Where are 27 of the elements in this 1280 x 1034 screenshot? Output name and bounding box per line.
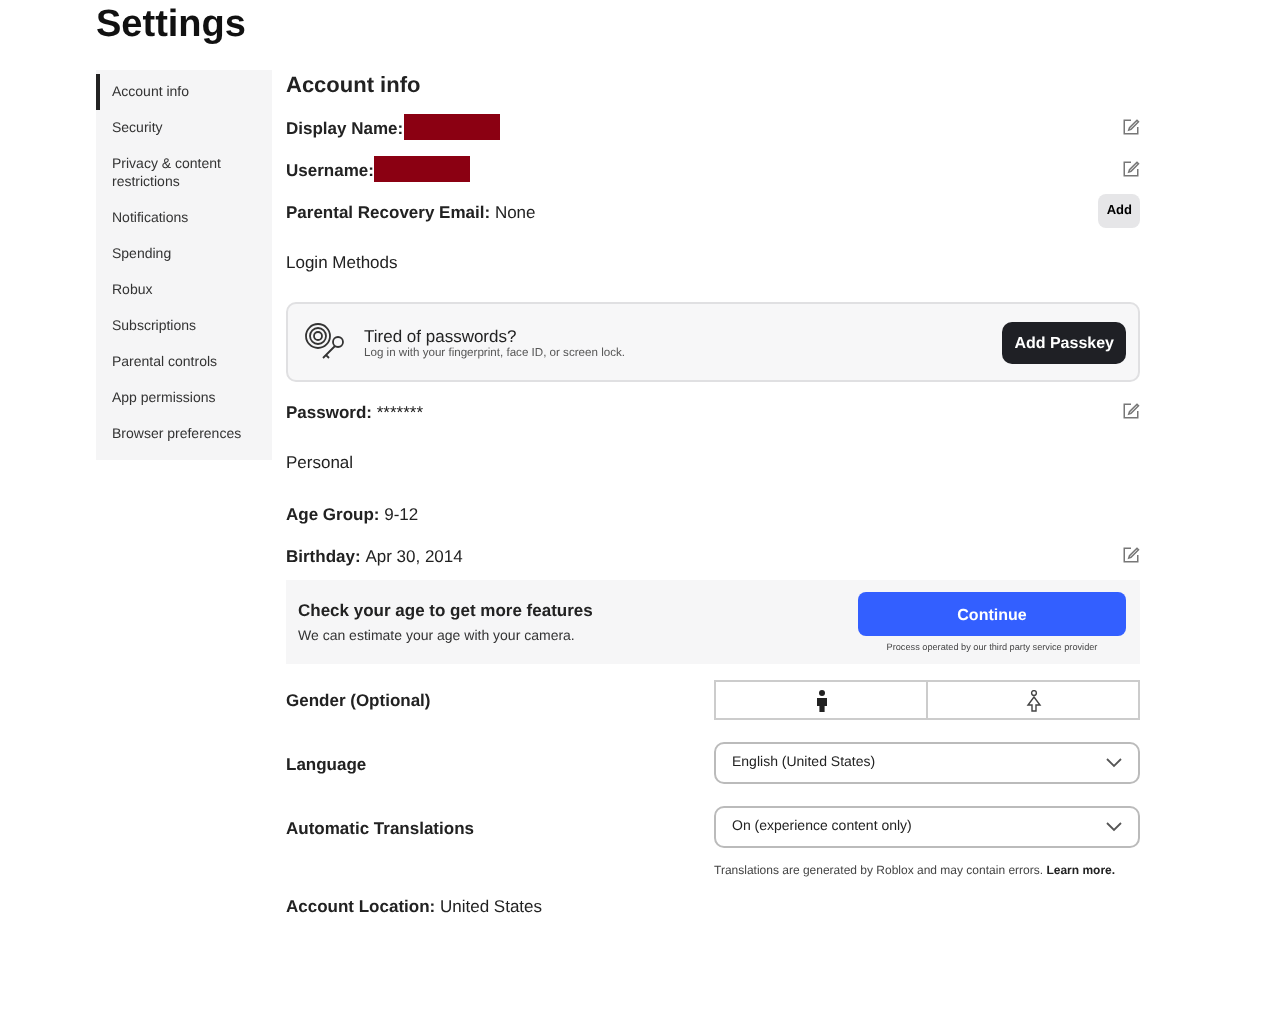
female-figure-icon bbox=[1025, 689, 1041, 711]
edit-icon[interactable] bbox=[1122, 160, 1140, 178]
edit-icon[interactable] bbox=[1122, 546, 1140, 564]
age-check-title: Check your age to get more features bbox=[298, 600, 593, 620]
chevron-down-icon bbox=[1106, 758, 1122, 768]
page-title: Settings bbox=[96, 2, 248, 50]
field-label: Display Name: bbox=[286, 114, 500, 140]
chevron-down-icon bbox=[1106, 822, 1122, 832]
field-label: Language bbox=[286, 753, 367, 773]
field-label: Birthday: Apr 30, 2014 bbox=[286, 545, 463, 565]
section-heading: Login Methods bbox=[286, 252, 398, 272]
edit-icon[interactable] bbox=[1122, 118, 1140, 136]
male-figure-icon bbox=[815, 689, 827, 711]
fingerprint-key-icon bbox=[304, 322, 348, 362]
section-title: Account info bbox=[286, 72, 423, 102]
passkey-title: Tired of passwords? bbox=[364, 325, 519, 345]
field-label: Password: ******* bbox=[286, 401, 424, 421]
edit-icon[interactable] bbox=[1122, 402, 1140, 420]
add-passkey-button[interactable]: Add Passkey bbox=[1002, 321, 1126, 363]
continue-button[interactable]: Continue bbox=[858, 592, 1126, 636]
field-label: Age Group: 9-12 bbox=[286, 503, 419, 523]
field-label: Parental Recovery Email: None bbox=[286, 201, 536, 221]
section-heading: Personal bbox=[286, 452, 354, 472]
field-label: Gender (Optional) bbox=[286, 690, 431, 710]
field-label: Username: bbox=[286, 156, 470, 182]
field-label: Automatic Translations bbox=[286, 817, 474, 837]
field-label: Account Location: United States bbox=[286, 895, 543, 915]
